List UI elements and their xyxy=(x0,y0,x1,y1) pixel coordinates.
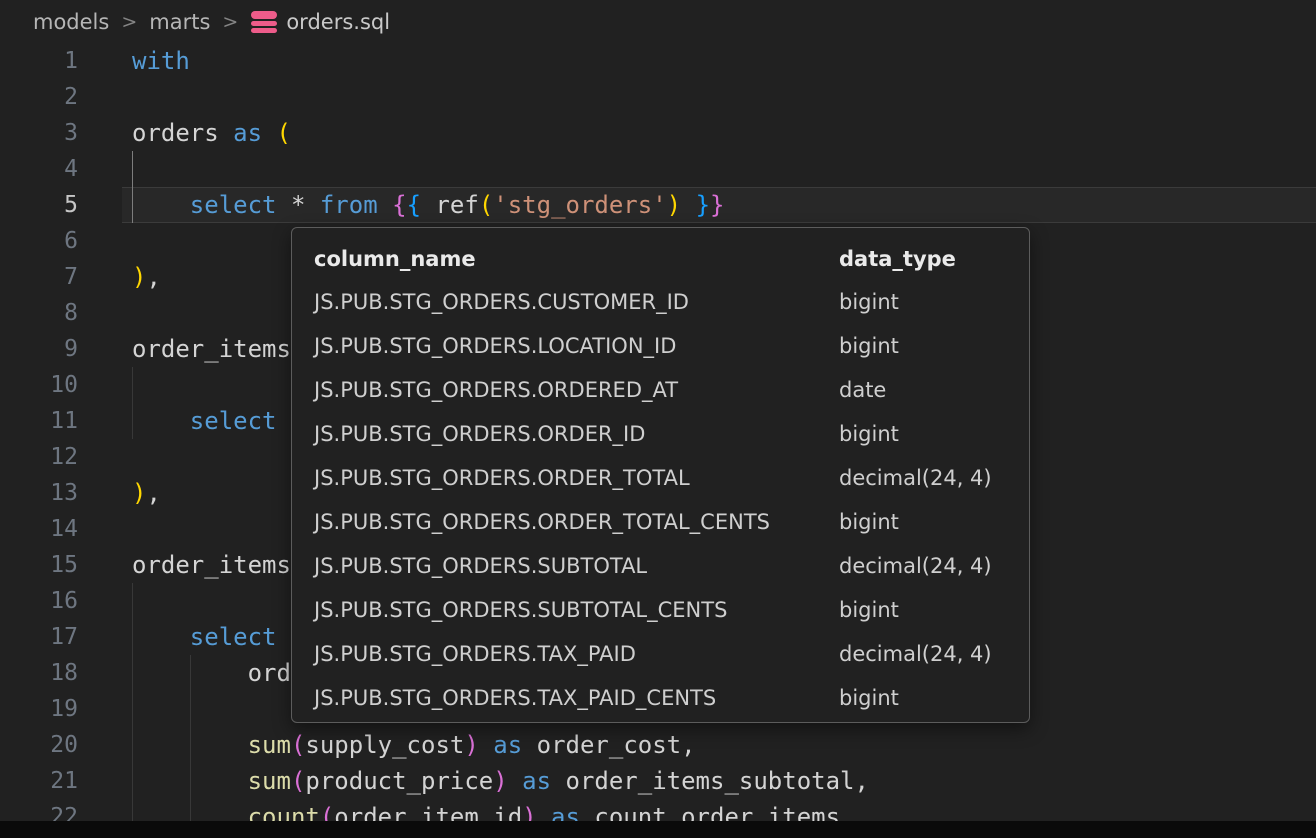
code-text: order_items xyxy=(132,547,291,583)
code-text: ), xyxy=(132,475,161,511)
chevron-right-icon: > xyxy=(222,11,238,33)
line-number: 20 xyxy=(0,727,78,763)
code-line[interactable]: 2 xyxy=(0,79,1316,115)
indent-guide xyxy=(132,583,133,619)
column-name-cell: JS.PUB.STG_ORDERS.TAX_PAID xyxy=(314,642,839,666)
hover-table-row: JS.PUB.STG_ORDERS.ORDER_IDbigint xyxy=(292,412,1029,456)
hover-table-row: JS.PUB.STG_ORDERS.TAX_PAID_CENTSbigint xyxy=(292,676,1029,720)
line-number: 2 xyxy=(0,79,78,115)
data-type-cell: decimal(24, 4) xyxy=(839,642,992,666)
data-type-cell: bigint xyxy=(839,290,899,314)
column-name-cell: JS.PUB.STG_ORDERS.ORDER_TOTAL xyxy=(314,466,839,490)
file-name: orders.sql xyxy=(286,10,390,34)
line-number: 1 xyxy=(0,43,78,79)
line-number: 14 xyxy=(0,511,78,547)
indent-guide xyxy=(190,691,191,727)
hover-table-row: JS.PUB.STG_ORDERS.SUBTOTAL_CENTSbigint xyxy=(292,588,1029,632)
code-line[interactable]: 21 sum(product_price) as order_items_sub… xyxy=(0,763,1316,799)
data-type-header: data_type xyxy=(839,247,956,271)
window-bottom-edge xyxy=(0,821,1316,838)
data-type-cell: bigint xyxy=(839,334,899,358)
hover-tooltip: column_name data_type JS.PUB.STG_ORDERS.… xyxy=(291,227,1030,723)
chevron-right-icon: > xyxy=(121,11,137,33)
indent-guide xyxy=(132,151,133,187)
column-name-header: column_name xyxy=(314,247,839,271)
line-number: 9 xyxy=(0,331,78,367)
column-name-cell: JS.PUB.STG_ORDERS.SUBTOTAL xyxy=(314,554,839,578)
line-number: 6 xyxy=(0,223,78,259)
code-text: select xyxy=(132,403,277,439)
hover-table-row: JS.PUB.STG_ORDERS.ORDER_TOTALdecimal(24,… xyxy=(292,456,1029,500)
hover-table-row: JS.PUB.STG_ORDERS.ORDERED_ATdate xyxy=(292,368,1029,412)
line-number: 17 xyxy=(0,619,78,655)
data-type-cell: bigint xyxy=(839,686,899,710)
database-icon xyxy=(250,8,278,36)
code-text: ), xyxy=(132,259,161,295)
column-name-cell: JS.PUB.STG_ORDERS.ORDER_TOTAL_CENTS xyxy=(314,510,839,534)
code-text: ord xyxy=(132,655,291,691)
line-number: 3 xyxy=(0,115,78,151)
code-line[interactable]: 3 orders as ( xyxy=(0,115,1316,151)
column-name-cell: JS.PUB.STG_ORDERS.LOCATION_ID xyxy=(314,334,839,358)
column-name-cell: JS.PUB.STG_ORDERS.ORDERED_AT xyxy=(314,378,839,402)
line-number: 5 xyxy=(0,187,78,223)
hover-table-row: JS.PUB.STG_ORDERS.SUBTOTALdecimal(24, 4) xyxy=(292,544,1029,588)
line-number: 11 xyxy=(0,403,78,439)
line-number: 16 xyxy=(0,583,78,619)
hover-table-header: column_name data_type xyxy=(292,238,1029,280)
line-number: 18 xyxy=(0,655,78,691)
data-type-cell: decimal(24, 4) xyxy=(839,554,992,578)
code-text: order_items xyxy=(132,331,291,367)
code-line[interactable]: 5 select * from {{ ref('stg_orders') }} xyxy=(0,187,1316,223)
code-text: orders as ( xyxy=(132,115,291,151)
column-name-cell: JS.PUB.STG_ORDERS.CUSTOMER_ID xyxy=(314,290,839,314)
code-text: select * from {{ ref('stg_orders') }} xyxy=(132,187,724,223)
breadcrumb-item-models[interactable]: models xyxy=(33,10,109,34)
column-name-cell: JS.PUB.STG_ORDERS.TAX_PAID_CENTS xyxy=(314,686,839,710)
data-type-cell: decimal(24, 4) xyxy=(839,466,992,490)
code-line[interactable]: 1 with xyxy=(0,43,1316,79)
line-number: 13 xyxy=(0,475,78,511)
code-line[interactable]: 20 sum(supply_cost) as order_cost, xyxy=(0,727,1316,763)
line-number: 8 xyxy=(0,295,78,331)
hover-table-row: JS.PUB.STG_ORDERS.ORDER_TOTAL_CENTSbigin… xyxy=(292,500,1029,544)
line-number: 12 xyxy=(0,439,78,475)
hover-table-row: JS.PUB.STG_ORDERS.CUSTOMER_IDbigint xyxy=(292,280,1029,324)
hover-table-row: JS.PUB.STG_ORDERS.TAX_PAIDdecimal(24, 4) xyxy=(292,632,1029,676)
data-type-cell: bigint xyxy=(839,510,899,534)
line-number: 10 xyxy=(0,367,78,403)
line-number: 4 xyxy=(0,151,78,187)
data-type-cell: bigint xyxy=(839,422,899,446)
line-number: 19 xyxy=(0,691,78,727)
data-type-cell: date xyxy=(839,378,886,402)
code-text: sum(supply_cost) as order_cost, xyxy=(132,727,696,763)
line-number: 15 xyxy=(0,547,78,583)
data-type-cell: bigint xyxy=(839,598,899,622)
code-text: select xyxy=(132,619,277,655)
breadcrumb: models > marts > orders.sql xyxy=(0,0,1316,43)
code-text: sum(product_price) as order_items_subtot… xyxy=(132,763,869,799)
code-line[interactable]: 4 xyxy=(0,151,1316,187)
line-number: 7 xyxy=(0,259,78,295)
line-number: 21 xyxy=(0,763,78,799)
breadcrumb-item-marts[interactable]: marts xyxy=(149,10,210,34)
hover-table-row: JS.PUB.STG_ORDERS.LOCATION_IDbigint xyxy=(292,324,1029,368)
indent-guide xyxy=(132,367,133,403)
breadcrumb-item-file[interactable]: orders.sql xyxy=(250,8,390,36)
hover-table-body: JS.PUB.STG_ORDERS.CUSTOMER_IDbigintJS.PU… xyxy=(292,280,1029,720)
indent-guide xyxy=(132,691,133,727)
column-name-cell: JS.PUB.STG_ORDERS.ORDER_ID xyxy=(314,422,839,446)
code-text: with xyxy=(132,43,190,79)
column-name-cell: JS.PUB.STG_ORDERS.SUBTOTAL_CENTS xyxy=(314,598,839,622)
